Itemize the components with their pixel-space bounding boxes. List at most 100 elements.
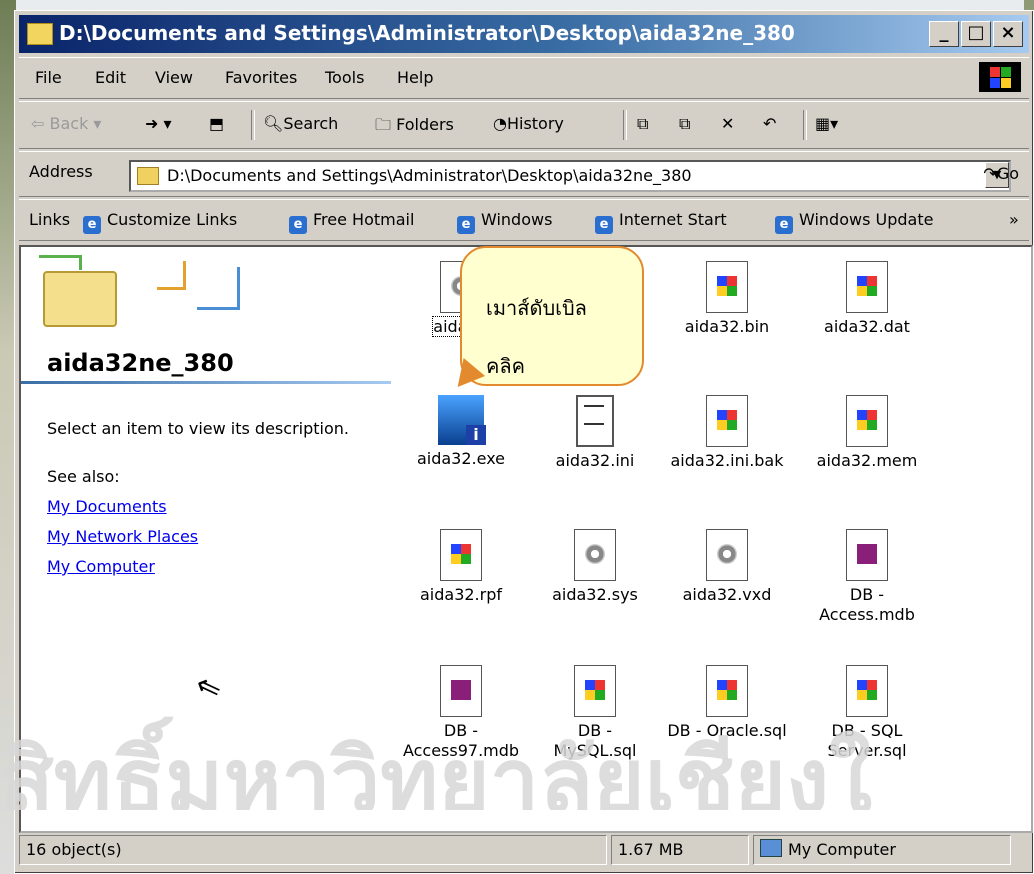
title-bar[interactable]: D:\Documents and Settings\Administrator\…	[19, 15, 1029, 53]
file-name: aida32.rpf	[419, 585, 503, 604]
gear-document-icon	[706, 529, 748, 581]
link-label: Internet Start	[619, 210, 727, 229]
title-underline	[21, 381, 391, 384]
windows-logo-icon	[979, 62, 1021, 92]
ie-page-icon: e	[595, 216, 613, 234]
go-button[interactable]: ↷Go	[983, 164, 1019, 183]
link-internet-start[interactable]: e Internet Start	[595, 210, 727, 234]
file-item[interactable]: DB - SQL Server.sql	[797, 665, 937, 761]
decoration	[197, 267, 240, 310]
link-windows-update[interactable]: e Windows Update	[775, 210, 933, 234]
menu-tools[interactable]: Tools	[325, 68, 364, 87]
link-customize-links[interactable]: e Customize Links	[83, 210, 237, 234]
file-name: aida32.ini.bak	[670, 451, 784, 470]
file-name: aida32.vxd	[682, 585, 772, 604]
link-label: Windows	[481, 210, 553, 229]
file-item[interactable]: DB - Oracle.sql	[657, 665, 797, 741]
toolbar-separator	[623, 110, 627, 140]
windows-flag-document-icon	[846, 261, 888, 313]
file-name: Access97.mdb	[402, 741, 520, 760]
move-to-icon: ⧉	[637, 114, 649, 133]
file-name: DB - Oracle.sql	[667, 721, 787, 740]
file-item[interactable]: aida32.ini	[525, 395, 665, 471]
copy-to-button[interactable]: ⧉	[679, 114, 690, 134]
windows-flag-document-icon	[706, 665, 748, 717]
file-name: aida32.mem	[816, 451, 918, 470]
menu-bar: File Edit View Favorites Tools Help	[19, 57, 1029, 99]
address-bar: Address D:\Documents and Settings\Admini…	[19, 151, 1029, 197]
maximize-button[interactable]: □	[961, 21, 991, 47]
file-name: DB -	[849, 585, 885, 604]
close-button[interactable]: ×	[993, 21, 1023, 47]
computer-icon	[760, 839, 782, 857]
history-icon: ◔	[493, 114, 507, 133]
windows-flag-document-icon	[846, 665, 888, 717]
links-label: Links	[29, 210, 71, 229]
menu-edit[interactable]: Edit	[95, 68, 126, 87]
link-my-documents[interactable]: My Documents	[47, 497, 167, 516]
up-button[interactable]: ⬒	[209, 114, 224, 133]
file-item[interactable]: aida32.ini.bak	[657, 395, 797, 471]
access-database-icon	[440, 665, 482, 717]
delete-button[interactable]: ✕	[721, 114, 734, 133]
undo-button[interactable]: ↶	[763, 114, 776, 133]
delete-icon: ✕	[721, 114, 735, 133]
copy-to-icon: ⧉	[679, 114, 691, 133]
ie-page-icon: e	[289, 216, 307, 234]
link-my-network-places[interactable]: My Network Places	[47, 527, 198, 546]
views-button[interactable]: ▦▾	[815, 114, 838, 133]
ie-page-icon: e	[457, 216, 475, 234]
file-item[interactable]: aida32.vxd	[657, 529, 797, 605]
file-item[interactable]: aida32.mem	[797, 395, 937, 471]
chevron-right-icon[interactable]: »	[1009, 210, 1019, 229]
file-name: Access.mdb	[819, 605, 915, 624]
forward-button[interactable]: ➜ ▾	[145, 114, 172, 133]
file-name: Server.sql	[827, 741, 907, 760]
menu-view[interactable]: View	[155, 68, 193, 87]
file-item[interactable]: DB - Access.mdb	[797, 529, 937, 625]
folder-up-icon: ⬒	[209, 114, 225, 133]
move-to-button[interactable]: ⧉	[637, 114, 648, 134]
link-label: Windows Update	[799, 210, 934, 229]
file-name: DB -	[577, 721, 613, 740]
history-button[interactable]: ◔History	[493, 114, 564, 133]
decoration	[39, 255, 82, 270]
menu-file[interactable]: File	[35, 68, 62, 87]
folder-title: aida32ne_380	[47, 349, 234, 377]
history-label: History	[506, 114, 564, 133]
file-item[interactable]: DB - Access97.mdb	[391, 665, 531, 761]
windows-flag-document-icon	[706, 261, 748, 313]
link-free-hotmail[interactable]: e Free Hotmail	[289, 210, 414, 234]
menu-favorites[interactable]: Favorites	[225, 68, 297, 87]
file-name: aida32.exe	[416, 449, 506, 468]
file-name: MySQL.sql	[553, 741, 637, 760]
speech-callout: เมาส์ดับเบิล คลิค	[460, 246, 644, 386]
file-item[interactable]: DB - MySQL.sql	[525, 665, 665, 761]
menu-help[interactable]: Help	[397, 68, 433, 87]
back-arrow-icon: ⇦	[31, 114, 45, 133]
file-item[interactable]: i aida32.exe	[391, 395, 531, 469]
file-name: aida32.dat	[824, 317, 910, 336]
access-database-icon	[846, 529, 888, 581]
address-input[interactable]: D:\Documents and Settings\Administrator\…	[129, 160, 1011, 192]
status-size: 1.67 MB	[611, 835, 749, 865]
undo-icon: ↶	[763, 114, 777, 133]
file-item[interactable]: aida32.dat	[797, 261, 937, 337]
go-label: Go	[996, 164, 1019, 183]
file-item[interactable]: aida32.bin	[657, 261, 797, 337]
file-item[interactable]: aida32.sys	[525, 529, 665, 605]
search-button[interactable]: 🔍︎Search	[263, 114, 338, 133]
computer-info-icon: i	[438, 395, 486, 445]
folders-icon: 🗀	[375, 115, 392, 134]
folders-button[interactable]: 🗀 Folders	[375, 114, 454, 141]
forward-arrow-icon: ➜	[145, 114, 159, 133]
toolbar-separator	[251, 110, 255, 140]
link-windows[interactable]: e Windows	[457, 210, 552, 234]
minimize-button[interactable]: _	[929, 21, 959, 47]
back-button[interactable]: ⇦ Back ▾	[31, 114, 101, 133]
decoration	[157, 261, 186, 290]
link-my-computer[interactable]: My Computer	[47, 557, 155, 576]
file-item[interactable]: aida32.rpf	[391, 529, 531, 605]
windows-flag-document-icon	[846, 395, 888, 447]
windows-flag-document-icon	[440, 529, 482, 581]
